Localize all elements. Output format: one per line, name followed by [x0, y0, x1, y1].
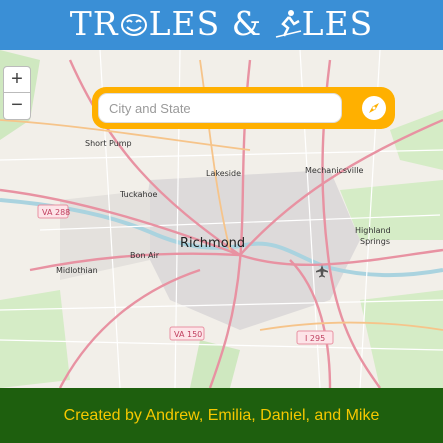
header-bar: TR LES & LES — [0, 0, 443, 50]
title-part1: TR — [69, 4, 119, 43]
shield-va288: VA 288 — [37, 204, 70, 219]
search-box — [92, 87, 395, 129]
map-label-mechanicsville: Mechanicsville — [305, 166, 363, 175]
zoom-in-button[interactable]: + — [3, 66, 31, 94]
map-label-springs: Springs — [360, 237, 390, 246]
footer-bar: Created by Andrew, Emilia, Daniel, and M… — [0, 388, 443, 443]
svg-text:VA 150: VA 150 — [174, 330, 202, 339]
map-label-short-pump: Short Pump — [85, 139, 132, 148]
zoom-out-button[interactable]: − — [3, 92, 31, 120]
credits-text: Created by Andrew, Emilia, Daniel, and M… — [63, 407, 380, 424]
shield-i295: I 295 — [296, 330, 334, 345]
map-label-midlothian: Midlothian — [56, 266, 98, 275]
title-part3: LES — [301, 4, 374, 43]
skier-icon — [275, 10, 301, 38]
map-label-bon-air: Bon Air — [130, 251, 160, 260]
svg-text:VA 288: VA 288 — [42, 208, 70, 217]
map-label-lakeside: Lakeside — [206, 169, 241, 178]
app-title: TR LES & LES — [0, 4, 443, 44]
map-label-highland: Highland — [355, 226, 391, 235]
map[interactable]: Short Pump Lakeside Mechanicsville Tucka… — [0, 0, 443, 443]
shield-va150: VA 150 — [169, 326, 205, 341]
map-label-tuckahoe: Tuckahoe — [119, 190, 158, 199]
troll-face-icon — [120, 14, 147, 36]
title-part2: LES & — [148, 4, 274, 43]
svg-text:I 295: I 295 — [305, 334, 325, 343]
compass-icon[interactable] — [361, 95, 387, 121]
search-input[interactable] — [98, 93, 342, 123]
map-label-richmond: Richmond — [180, 236, 245, 251]
